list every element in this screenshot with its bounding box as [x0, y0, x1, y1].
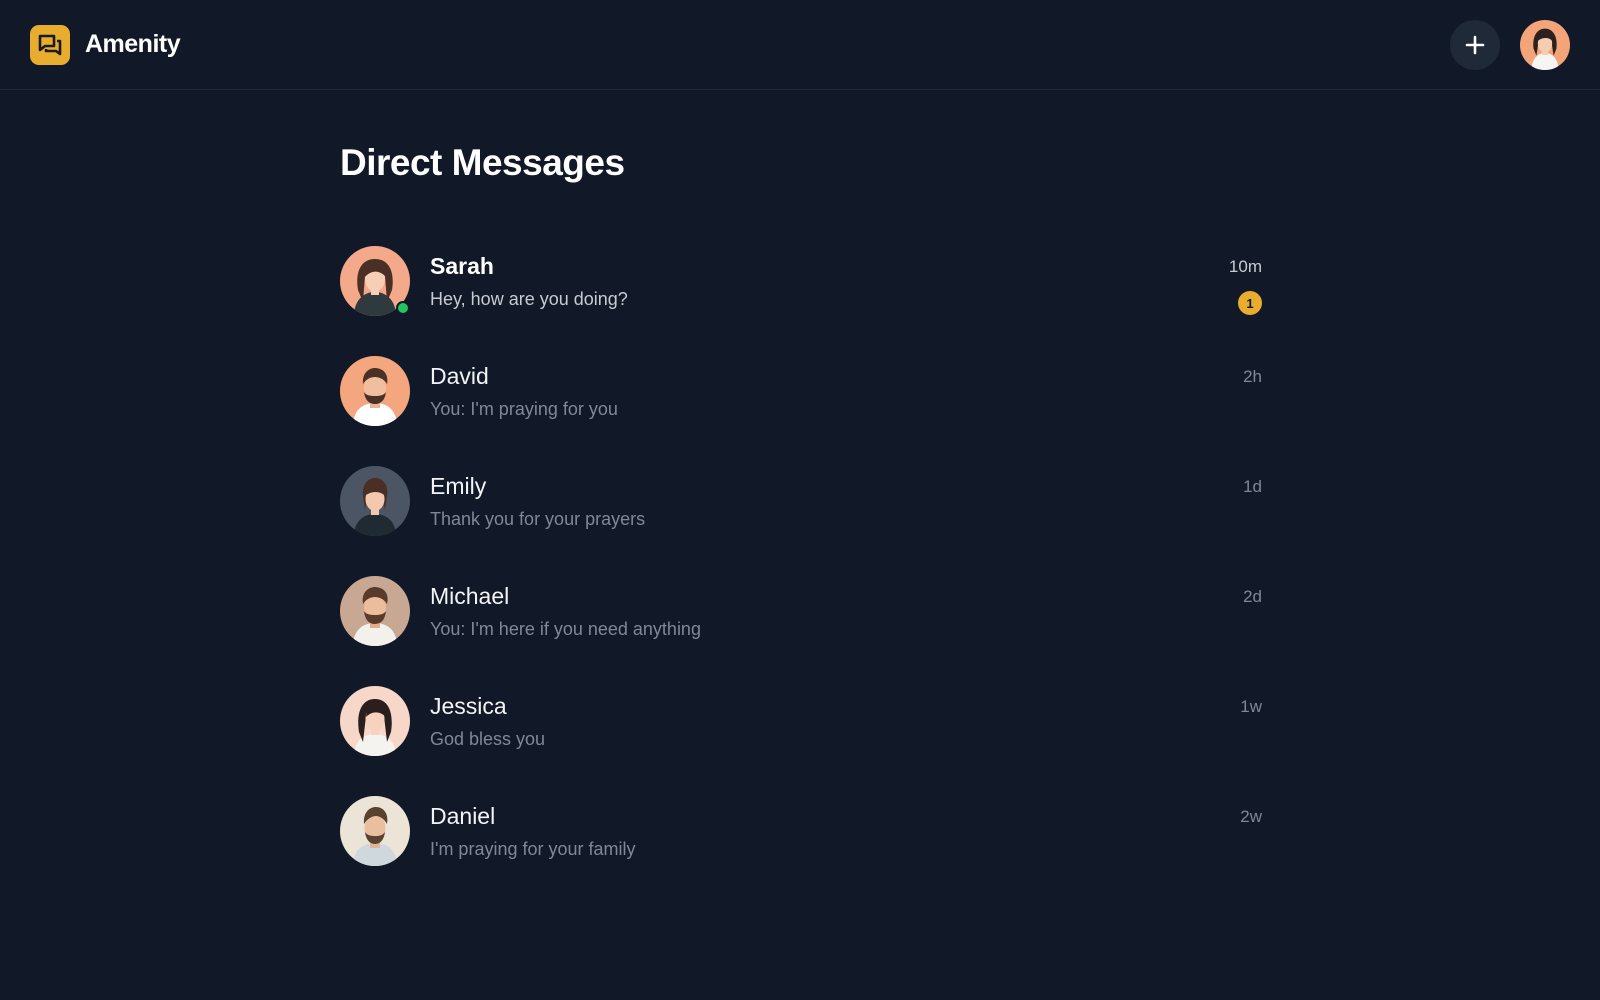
app-name: Amenity	[85, 30, 181, 58]
conversation-item-daniel[interactable]: Daniel I'm praying for your family 2w	[340, 796, 1262, 906]
timestamp: 2h	[1243, 367, 1262, 386]
direct-messages-panel: Direct Messages Sarah Hey, how are you d…	[340, 140, 1262, 906]
page-title: Direct Messages	[340, 142, 625, 183]
conversation-item-david[interactable]: David You: I'm praying for you 2h	[340, 356, 1262, 466]
timestamp: 2w	[1240, 807, 1262, 826]
message-preview: You: I'm here if you need anything	[430, 619, 701, 639]
message-preview: God bless you	[430, 729, 546, 749]
conversation-name: David	[430, 363, 489, 389]
conversation-item-jessica[interactable]: Jessica God bless you 1w	[340, 686, 1262, 796]
timestamp: 2d	[1243, 587, 1262, 606]
avatar	[340, 796, 410, 866]
timestamp: 10m	[1228, 257, 1262, 276]
timestamp: 1d	[1243, 477, 1262, 496]
unread-count-badge: 1	[1238, 291, 1262, 315]
avatar	[340, 576, 410, 646]
conversation-item-emily[interactable]: Emily Thank you for your prayers 1d	[340, 466, 1262, 576]
top-bar: Amenity	[0, 0, 1600, 90]
conversation-name: Daniel	[430, 803, 496, 829]
message-preview: Hey, how are you doing?	[430, 289, 628, 309]
timestamp: 1w	[1240, 697, 1262, 716]
avatar	[340, 466, 410, 536]
online-status-indicator	[396, 301, 410, 315]
conversation-name: Michael	[430, 583, 510, 609]
conversation-name: Jessica	[430, 693, 507, 719]
message-preview: Thank you for your prayers	[430, 509, 646, 529]
user-avatar[interactable]	[1520, 19, 1570, 70]
avatar	[340, 686, 410, 756]
avatar	[340, 246, 410, 316]
chat-bubbles-icon	[30, 24, 70, 65]
new-message-button[interactable]	[1450, 19, 1500, 70]
avatar	[340, 356, 410, 426]
message-preview: You: I'm praying for you	[430, 399, 618, 419]
conversation-item-sarah[interactable]: Sarah Hey, how are you doing? 10m 1	[340, 246, 1262, 356]
conversation-item-michael[interactable]: Michael You: I'm here if you need anythi…	[340, 576, 1262, 686]
conversation-name: Emily	[430, 473, 487, 499]
brand[interactable]: Amenity	[30, 24, 181, 65]
conversation-list: Sarah Hey, how are you doing? 10m 1 Davi…	[340, 246, 1262, 906]
conversation-name: Sarah	[430, 253, 494, 279]
message-preview: I'm praying for your family	[430, 839, 636, 859]
plus-icon	[1465, 35, 1485, 54]
